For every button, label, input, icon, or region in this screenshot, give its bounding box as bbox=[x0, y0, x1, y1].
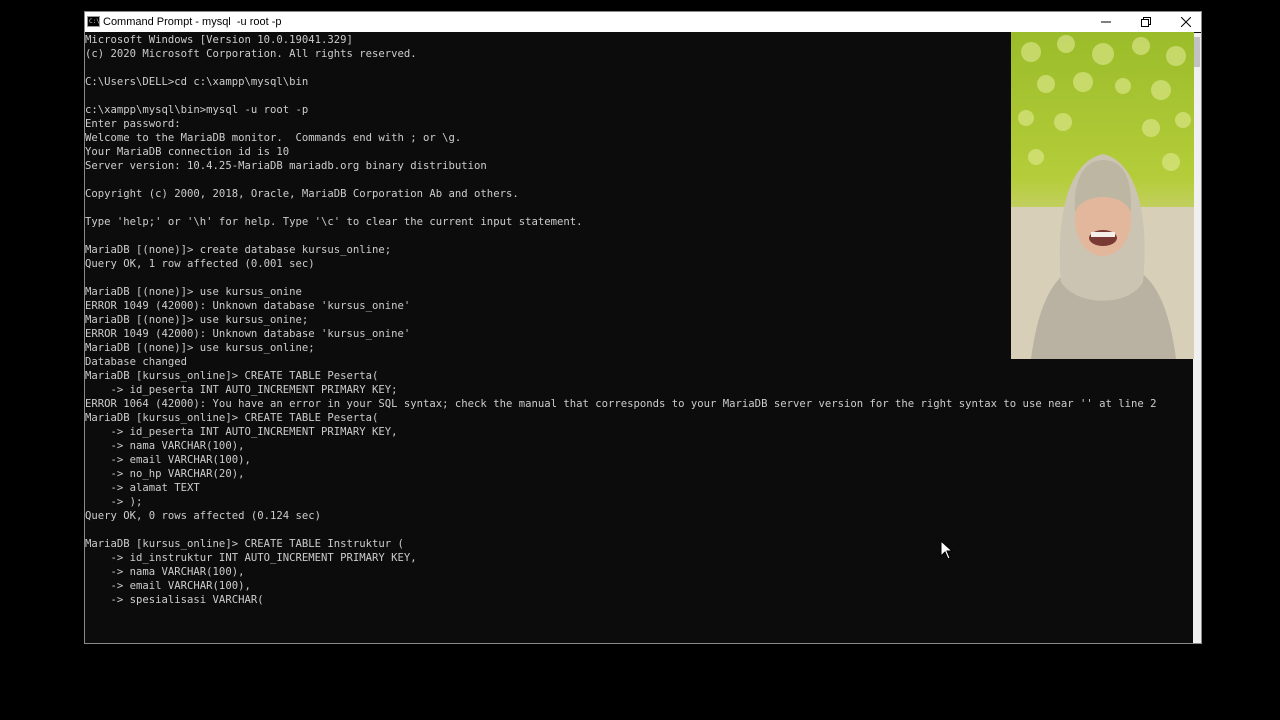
terminal-line: ERROR 1064 (42000): You have an error in… bbox=[85, 398, 1157, 410]
terminal-line: -> id_instruktur INT AUTO_INCREMENT PRIM… bbox=[85, 552, 417, 564]
terminal-line: MariaDB [kursus_online]> CREATE TABLE In… bbox=[85, 538, 404, 550]
terminal-line: -> id_peserta INT AUTO_INCREMENT PRIMARY… bbox=[85, 384, 398, 396]
terminal-line: Server version: 10.4.25-MariaDB mariadb.… bbox=[85, 160, 487, 172]
terminal-line: MariaDB [(none)]> create database kursus… bbox=[85, 244, 392, 256]
terminal-line: Query OK, 0 rows affected (0.124 sec) bbox=[85, 510, 321, 522]
close-icon bbox=[1181, 17, 1191, 27]
vertical-scrollbar[interactable] bbox=[1193, 33, 1201, 643]
restore-button[interactable] bbox=[1126, 12, 1166, 32]
terminal-line: ERROR 1049 (42000): Unknown database 'ku… bbox=[85, 300, 411, 312]
scrollbar-thumb[interactable] bbox=[1194, 37, 1200, 67]
terminal-line: MariaDB [(none)]> use kursus_onine bbox=[85, 286, 302, 298]
terminal-line: -> spesialisasi VARCHAR( bbox=[85, 594, 264, 606]
terminal-line: -> ); bbox=[85, 496, 143, 508]
terminal-line: Microsoft Windows [Version 10.0.19041.32… bbox=[85, 34, 353, 46]
terminal-line: -> email VARCHAR(100), bbox=[85, 454, 251, 466]
webcam-overlay bbox=[1011, 32, 1194, 359]
terminal-line: -> alamat TEXT bbox=[85, 482, 200, 494]
terminal-line: Enter password: bbox=[85, 118, 181, 130]
terminal-line: MariaDB [(none)]> use kursus_onine; bbox=[85, 314, 309, 326]
terminal-line: ERROR 1049 (42000): Unknown database 'ku… bbox=[85, 328, 411, 340]
presenter-video-image bbox=[1011, 35, 1194, 359]
title-bar[interactable]: C:\ Command Prompt - mysql -u root -p bbox=[85, 12, 1201, 32]
close-button[interactable] bbox=[1166, 12, 1206, 32]
terminal-line: c:\xampp\mysql\bin>mysql -u root -p bbox=[85, 104, 309, 116]
mouse-pointer-icon bbox=[940, 540, 954, 560]
terminal-line: Your MariaDB connection id is 10 bbox=[85, 146, 290, 158]
terminal-line: -> nama VARCHAR(100), bbox=[85, 440, 245, 452]
command-prompt-icon: C:\ bbox=[87, 16, 100, 27]
terminal-line: -> nama VARCHAR(100), bbox=[85, 566, 245, 578]
minimize-button[interactable] bbox=[1086, 12, 1126, 32]
terminal-line: C:\Users\DELL>cd c:\xampp\mysql\bin bbox=[85, 76, 309, 88]
terminal-line: MariaDB [kursus_online]> CREATE TABLE Pe… bbox=[85, 370, 379, 382]
minimize-icon bbox=[1101, 21, 1111, 23]
terminal-line: Database changed bbox=[85, 356, 188, 368]
terminal-line: Copyright (c) 2000, 2018, Oracle, MariaD… bbox=[85, 188, 519, 200]
terminal-line: MariaDB [kursus_online]> CREATE TABLE Pe… bbox=[85, 412, 379, 424]
terminal-line: -> id_peserta INT AUTO_INCREMENT PRIMARY… bbox=[85, 426, 398, 438]
terminal-line: Welcome to the MariaDB monitor. Commands… bbox=[85, 132, 462, 144]
restore-icon bbox=[1141, 17, 1151, 27]
terminal-line: Query OK, 1 row affected (0.001 sec) bbox=[85, 258, 315, 270]
terminal-line: -> no_hp VARCHAR(20), bbox=[85, 468, 245, 480]
window-title: Command Prompt - mysql -u root -p bbox=[103, 16, 282, 28]
terminal-line: (c) 2020 Microsoft Corporation. All righ… bbox=[85, 48, 417, 60]
terminal-line: Type 'help;' or '\h' for help. Type '\c'… bbox=[85, 216, 583, 228]
terminal-line: MariaDB [(none)]> use kursus_online; bbox=[85, 342, 315, 354]
terminal-line: -> email VARCHAR(100), bbox=[85, 580, 251, 592]
